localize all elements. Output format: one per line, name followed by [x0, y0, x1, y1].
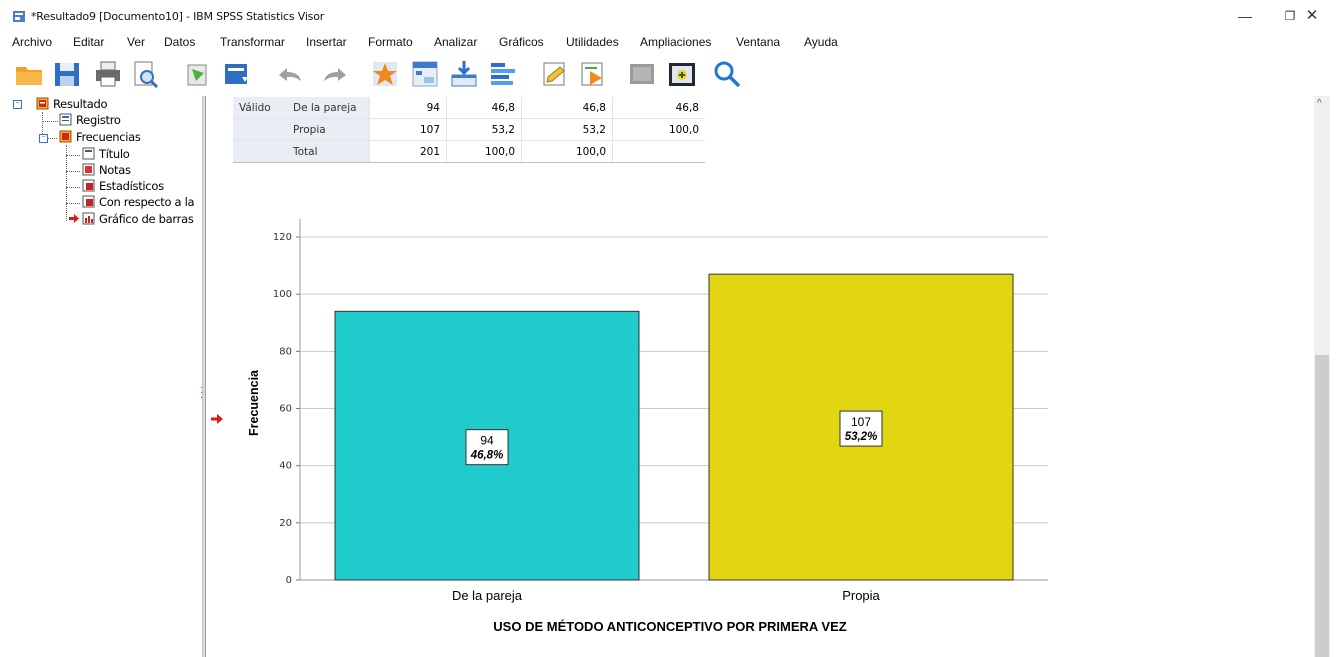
- y-tick-label: 80: [279, 346, 292, 357]
- data-label-percent: 46,8%: [470, 450, 504, 462]
- x-axis-title: USO DE MÉTODO ANTICONCEPTIVO POR PRIMERA…: [493, 619, 847, 634]
- scrollbar-thumb[interactable]: [1315, 355, 1329, 657]
- vertical-scrollbar[interactable]: ^: [1314, 96, 1330, 657]
- y-axis-title: Frecuencia: [247, 369, 261, 436]
- scroll-up-icon[interactable]: ^: [1317, 98, 1322, 109]
- bar-chart[interactable]: 0 20 40 60 80 100 120 De la pareja 94 46,8% Propia…: [0, 0, 1336, 657]
- x-tick-label: Propia: [842, 588, 880, 603]
- x-tick-label: De la pareja: [452, 588, 523, 603]
- data-label-count: 107: [851, 415, 871, 429]
- y-tick-label: 40: [279, 461, 292, 472]
- data-label-count: 94: [480, 434, 494, 448]
- y-tick-label: 60: [279, 404, 292, 415]
- y-tick-label: 120: [273, 232, 292, 243]
- data-label-percent: 53,2%: [845, 431, 878, 443]
- y-tick-label: 20: [279, 518, 292, 529]
- y-tick-label: 100: [273, 289, 292, 300]
- y-tick-label: 0: [286, 575, 292, 586]
